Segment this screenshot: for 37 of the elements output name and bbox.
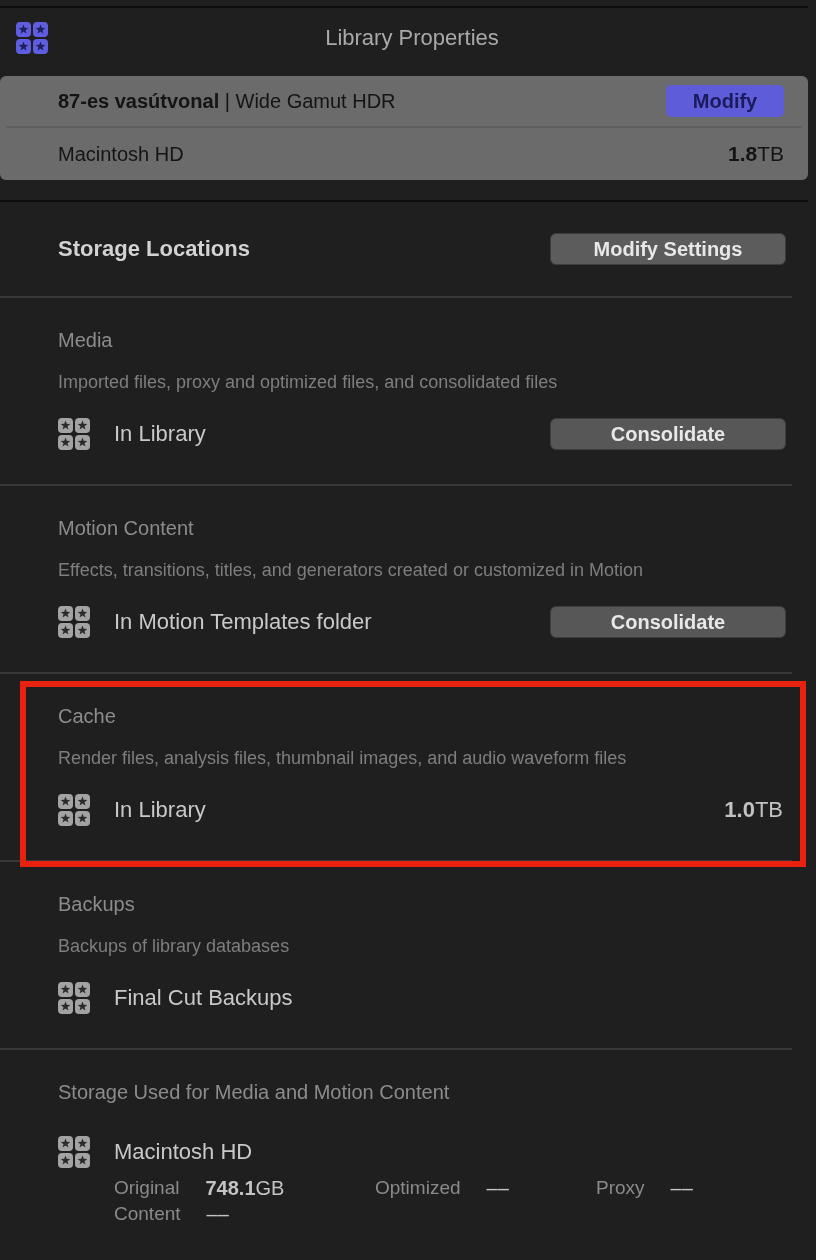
consolidate-button[interactable]: Consolidate [550,418,786,450]
location-label: In Library [114,796,206,824]
section-description: Effects, transitions, titles, and generators created or customized in Motion [58,559,643,581]
location-label: In Motion Templates folder [114,608,372,636]
section-title: Media [58,328,113,352]
location-label: In Library [114,420,206,448]
section-title: Motion Content [58,516,194,540]
size-label: 1.0TB [724,796,783,824]
stat-label: Content [114,1202,181,1226]
section-description: Imported files, proxy and optimized files, and consolidated files [58,371,558,393]
consolidate-button[interactable]: Consolidate [550,606,786,638]
section-description: Backups of library databases [58,935,290,957]
drive-name: Macintosh HD [114,1138,253,1166]
section-title: Backups [58,892,135,916]
section-description: Render files, analysis files, thumbnail images, and audio waveform files [58,747,627,769]
location-label: Final Cut Backups [114,984,293,1012]
disk-name: Macintosh HD [58,142,184,167]
stat-label: Optimized [375,1176,461,1200]
star-tiles-icon [58,1136,90,1168]
star-tiles-icon [58,794,90,826]
stat-label: Proxy [596,1176,645,1200]
stat-value: –– [486,1176,509,1201]
section-title: Cache [58,704,116,728]
storage-locations-heading: Storage Locations [58,235,250,263]
stat-label: Original [114,1176,180,1200]
star-tiles-icon [58,606,90,638]
stat-value: –– [670,1176,693,1201]
stat-value: –– [206,1202,229,1227]
stat-value: 748.1GB [205,1176,285,1201]
library-name: 87-es vasútvonal | Wide Gamut HDR [58,89,396,114]
star-tiles-icon [58,982,90,1014]
star-tiles-icon [16,22,48,54]
modify-settings-button[interactable]: Modify Settings [550,233,786,265]
section-title: Storage Used for Media and Motion Content [58,1080,450,1104]
window-title: Library Properties [325,24,499,52]
star-tiles-icon [58,418,90,450]
disk-size: 1.8TB [727,141,784,167]
